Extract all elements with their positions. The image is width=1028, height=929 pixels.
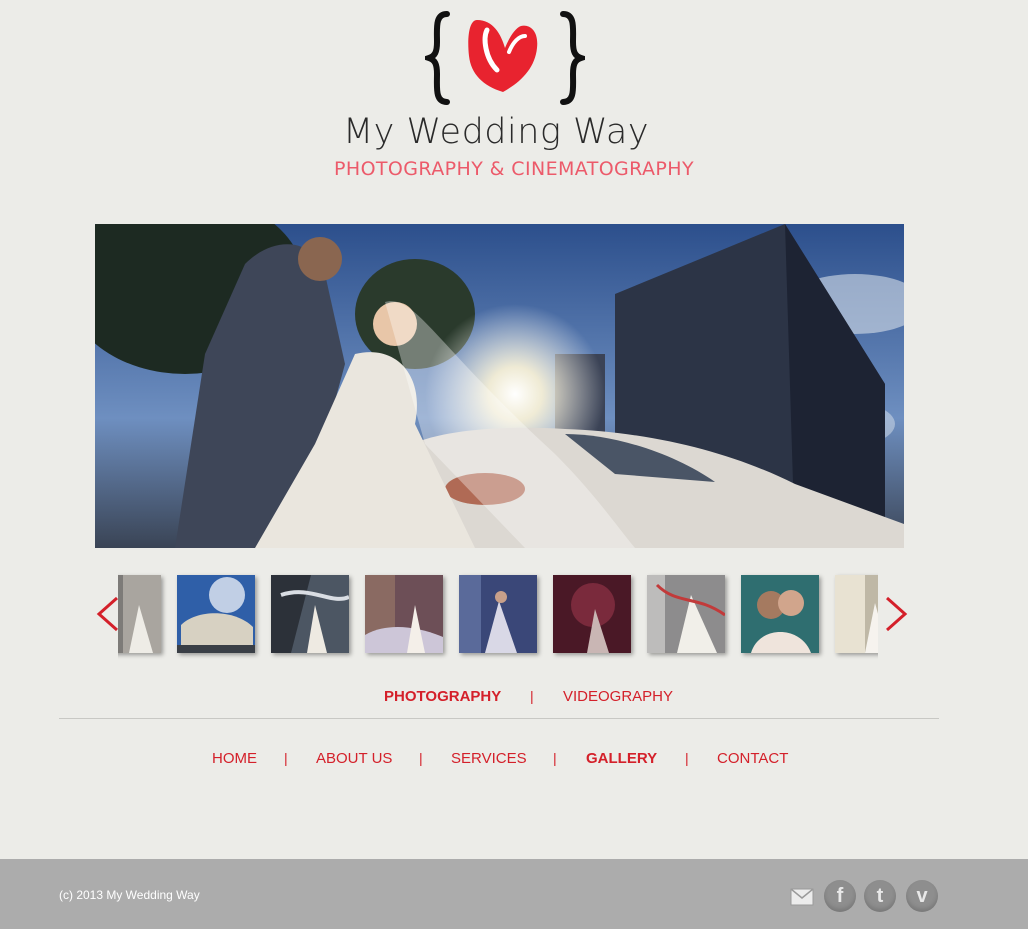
chevron-right-icon[interactable] xyxy=(883,594,909,634)
twitter-icon[interactable]: t xyxy=(864,880,896,912)
nav-services[interactable]: SERVICES xyxy=(451,750,527,767)
copyright-text: (c) 2013 My Wedding Way xyxy=(59,888,200,902)
nav-separator: | xyxy=(284,750,288,766)
mail-icon[interactable] xyxy=(790,888,814,906)
nav-about-us[interactable]: ABOUT US xyxy=(316,750,392,767)
heart-braces-logo-icon xyxy=(425,11,585,105)
nav-contact[interactable]: CONTACT xyxy=(717,750,788,767)
thumbnail[interactable] xyxy=(271,575,349,653)
thumbnail[interactable] xyxy=(118,575,161,653)
main-navigation: HOME | ABOUT US | SERVICES | GALLERY | C… xyxy=(0,750,1028,770)
thumbnail[interactable] xyxy=(177,575,255,653)
tab-videography[interactable]: VIDEOGRAPHY xyxy=(563,688,673,705)
nav-separator: | xyxy=(553,750,557,766)
tab-photography[interactable]: PHOTOGRAPHY xyxy=(384,688,501,705)
thumbnail-strip xyxy=(118,570,878,660)
vimeo-icon[interactable]: v xyxy=(906,880,938,912)
nav-separator: | xyxy=(685,750,689,766)
thumbnail-carousel xyxy=(95,570,910,660)
facebook-icon[interactable]: f xyxy=(824,880,856,912)
thumbnail[interactable] xyxy=(835,575,878,653)
thumbnail[interactable] xyxy=(741,575,819,653)
thumbnail[interactable] xyxy=(365,575,443,653)
nav-separator: | xyxy=(419,750,423,766)
logo-subtitle: PHOTOGRAPHY & CINEMATOGRAPHY xyxy=(334,158,694,180)
tab-separator: | xyxy=(530,688,534,704)
thumbnail[interactable] xyxy=(459,575,537,653)
nav-gallery[interactable]: GALLERY xyxy=(586,750,657,767)
divider xyxy=(59,718,939,719)
site-logo[interactable]: My Wedding Way PHOTOGRAPHY & CINEMATOGRA… xyxy=(0,0,1028,200)
gallery-tabs: PHOTOGRAPHY | VIDEOGRAPHY xyxy=(0,688,1028,708)
logo-title: My Wedding Way xyxy=(342,112,650,152)
footer: (c) 2013 My Wedding Way f t v xyxy=(0,859,1028,929)
hero-photo xyxy=(95,224,904,548)
thumbnail[interactable] xyxy=(553,575,631,653)
nav-home[interactable]: HOME xyxy=(212,750,257,767)
thumbnail[interactable] xyxy=(647,575,725,653)
